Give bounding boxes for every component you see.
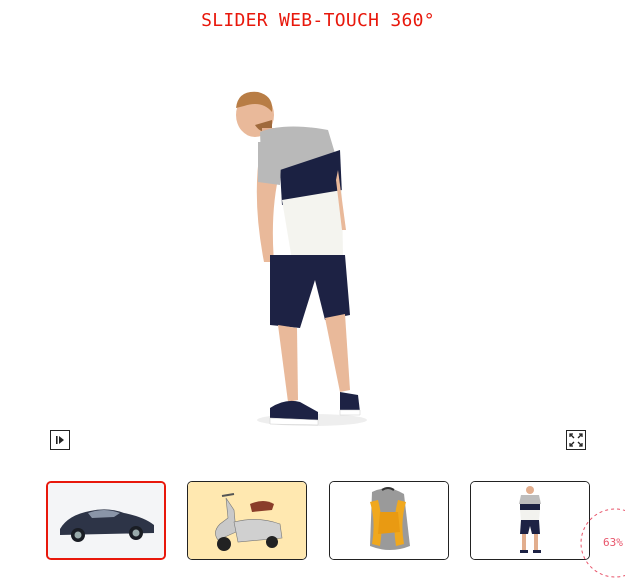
- t-shirt-model-image: [471, 482, 589, 559]
- page-title: SLIDER WEB-TOUCH 360°: [201, 10, 435, 31]
- product-360-viewer[interactable]: [200, 70, 400, 450]
- fullscreen-button[interactable]: [566, 430, 586, 450]
- scooter-image: [188, 482, 306, 559]
- thumbnail-scooter[interactable]: [187, 481, 307, 560]
- thumbnail-t-shirt-model[interactable]: [470, 481, 590, 560]
- thumbnail-car[interactable]: [46, 481, 166, 560]
- loading-progress-label: 63%: [603, 536, 623, 549]
- play-pause-icon: [56, 436, 64, 444]
- play-pause-button[interactable]: [50, 430, 70, 450]
- backpack-image: [330, 482, 448, 559]
- thumbnail-backpack[interactable]: [329, 481, 449, 560]
- model-image: [236, 91, 367, 426]
- car-image: [48, 483, 164, 558]
- fullscreen-icon: [569, 433, 583, 447]
